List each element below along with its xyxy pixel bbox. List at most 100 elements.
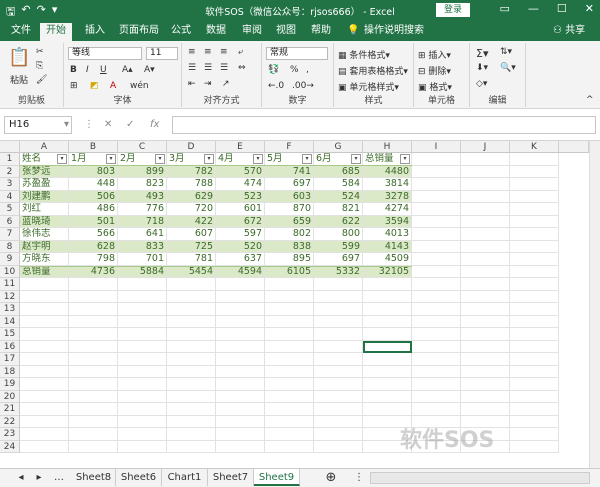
empty-cell[interactable] — [118, 403, 167, 416]
empty-cell[interactable] — [412, 153, 461, 166]
value-cell[interactable]: 701 — [118, 253, 167, 266]
empty-cell[interactable] — [461, 278, 510, 291]
empty-cell[interactable] — [69, 365, 118, 378]
new-sheet-icon[interactable]: ⊕ — [322, 469, 340, 486]
wrap-text-icon[interactable]: ⤶ — [238, 47, 243, 57]
vertical-scrollbar[interactable] — [589, 141, 600, 468]
share-button[interactable]: ⚇ 共享 — [550, 24, 588, 41]
font-size-select[interactable]: 11 — [146, 47, 178, 60]
value-cell[interactable]: 32105 — [363, 266, 412, 278]
empty-cell[interactable] — [412, 265, 461, 278]
empty-cell[interactable] — [510, 240, 559, 253]
name-box[interactable]: H16 — [4, 116, 72, 134]
empty-cell[interactable] — [216, 315, 265, 328]
font-grow-icon[interactable]: A▴ — [122, 65, 133, 75]
value-cell[interactable]: 781 — [167, 253, 216, 266]
insert-function-icon[interactable]: fx — [150, 119, 159, 130]
value-cell[interactable]: 599 — [314, 241, 363, 253]
row-header-12[interactable]: 12 — [0, 290, 20, 303]
name-cell[interactable]: 刘建鹏 — [20, 191, 69, 203]
empty-cell[interactable] — [20, 290, 69, 303]
empty-cell[interactable] — [314, 303, 363, 316]
column-header-f[interactable]: F — [265, 141, 314, 153]
empty-cell[interactable] — [363, 378, 412, 391]
bold-icon[interactable]: B — [70, 65, 77, 75]
name-cell[interactable]: 刘红 — [20, 203, 69, 216]
empty-cell[interactable] — [363, 278, 412, 291]
tab-formulas[interactable]: 公式 — [168, 24, 194, 41]
empty-cell[interactable] — [69, 403, 118, 416]
value-cell[interactable]: 5454 — [167, 266, 216, 278]
empty-cell[interactable] — [363, 390, 412, 403]
empty-cell[interactable] — [461, 365, 510, 378]
empty-cell[interactable] — [461, 328, 510, 341]
format-cells-button[interactable]: ▣ 格式▾ — [418, 80, 452, 93]
value-cell[interactable]: 5884 — [118, 266, 167, 278]
row-header-22[interactable]: 22 — [0, 415, 20, 428]
empty-cell[interactable] — [216, 303, 265, 316]
empty-cell[interactable] — [20, 365, 69, 378]
insert-cells-button[interactable]: ⊞ 插入▾ — [418, 48, 451, 61]
empty-cell[interactable] — [314, 365, 363, 378]
value-cell[interactable]: 523 — [216, 191, 265, 203]
empty-cell[interactable] — [69, 303, 118, 316]
value-cell[interactable]: 3594 — [363, 216, 412, 228]
empty-cell[interactable] — [69, 428, 118, 441]
empty-cell[interactable] — [461, 240, 510, 253]
empty-cell[interactable] — [216, 290, 265, 303]
sheet-tab-sheet7[interactable]: Sheet7 — [208, 469, 254, 486]
value-cell[interactable]: 838 — [265, 241, 314, 253]
empty-cell[interactable] — [167, 328, 216, 341]
empty-cell[interactable] — [412, 165, 461, 178]
row-header-24[interactable]: 24 — [0, 440, 20, 453]
value-cell[interactable]: 802 — [265, 228, 314, 241]
copy-icon[interactable]: ⎘ — [36, 61, 43, 71]
row-header-16[interactable]: 16 — [0, 340, 20, 353]
empty-cell[interactable] — [510, 403, 559, 416]
empty-cell[interactable] — [461, 190, 510, 203]
value-cell[interactable]: 524 — [314, 191, 363, 203]
increase-decimal-icon[interactable]: ←.0 — [268, 81, 284, 91]
empty-cell[interactable] — [510, 365, 559, 378]
align-center-icon[interactable]: ☰ — [204, 63, 212, 73]
row-header-19[interactable]: 19 — [0, 378, 20, 391]
empty-cell[interactable] — [510, 253, 559, 266]
empty-cell[interactable] — [167, 315, 216, 328]
value-cell[interactable]: 622 — [314, 216, 363, 228]
empty-cell[interactable] — [118, 278, 167, 291]
empty-cell[interactable] — [314, 428, 363, 441]
value-cell[interactable]: 741 — [265, 166, 314, 178]
value-cell[interactable]: 493 — [118, 191, 167, 203]
name-cell[interactable]: 总销量 — [20, 266, 69, 278]
row-header-8[interactable]: 8 — [0, 240, 20, 253]
empty-cell[interactable] — [216, 415, 265, 428]
empty-cell[interactable] — [363, 328, 412, 341]
empty-cell[interactable] — [363, 315, 412, 328]
empty-cell[interactable] — [510, 178, 559, 191]
empty-cell[interactable] — [265, 315, 314, 328]
value-cell[interactable]: 597 — [216, 228, 265, 241]
paste-icon[interactable]: 📋 — [8, 47, 30, 68]
empty-cell[interactable] — [461, 378, 510, 391]
empty-cell[interactable] — [118, 365, 167, 378]
find-select-icon[interactable]: 🔍▾ — [500, 63, 516, 73]
empty-cell[interactable] — [118, 390, 167, 403]
value-cell[interactable]: 788 — [167, 178, 216, 191]
empty-cell[interactable] — [412, 328, 461, 341]
empty-cell[interactable] — [69, 440, 118, 453]
value-cell[interactable]: 448 — [69, 178, 118, 191]
tab-review[interactable]: 审阅 — [239, 24, 265, 41]
value-cell[interactable]: 6105 — [265, 266, 314, 278]
value-cell[interactable]: 584 — [314, 178, 363, 191]
column-header-a[interactable]: A — [20, 141, 69, 153]
empty-cell[interactable] — [118, 440, 167, 453]
value-cell[interactable]: 4143 — [363, 241, 412, 253]
value-cell[interactable]: 5332 — [314, 266, 363, 278]
empty-cell[interactable] — [412, 178, 461, 191]
filter-dropdown-icon[interactable]: ▾ — [106, 154, 116, 164]
value-cell[interactable]: 486 — [69, 203, 118, 216]
empty-cell[interactable] — [363, 290, 412, 303]
value-cell[interactable]: 776 — [118, 203, 167, 216]
empty-cell[interactable] — [412, 365, 461, 378]
sheet-tab-chart1[interactable]: Chart1 — [162, 469, 208, 486]
